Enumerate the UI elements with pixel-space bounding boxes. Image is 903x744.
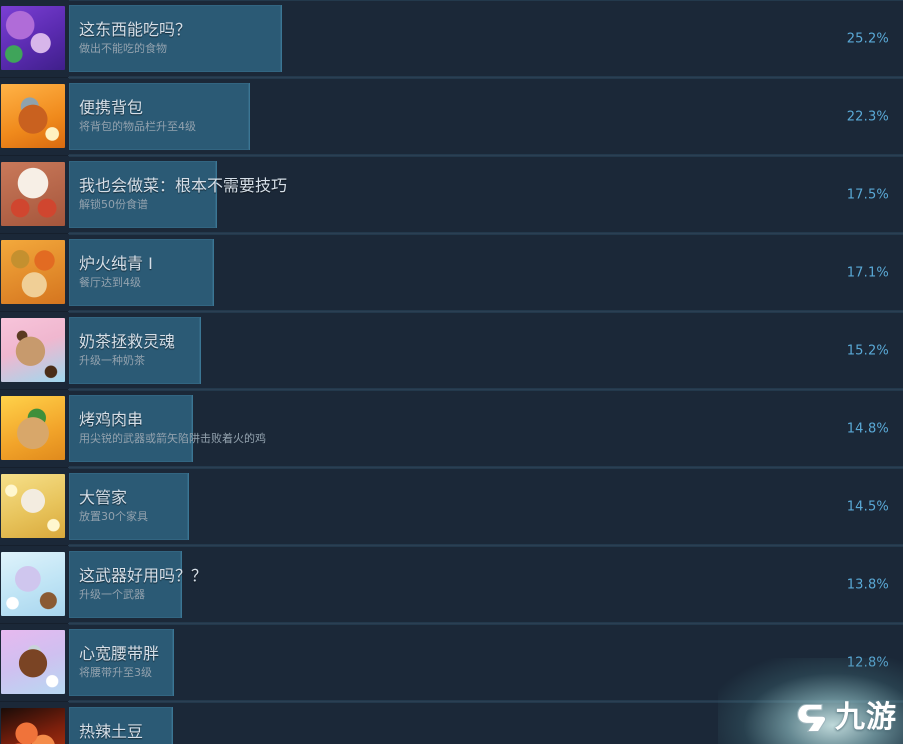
spatula-weapon-icon: [1, 552, 65, 616]
achievement-row-7[interactable]: 大管家 放置30个家具 14.5%: [0, 468, 903, 546]
achievement-body: 大管家 放置30个家具 14.5%: [69, 468, 903, 545]
achievement-body: 我也会做菜：根本不需要技巧 解锁50份食谱 17.5%: [69, 156, 903, 233]
achievement-description: 将背包的物品栏升至4级: [79, 119, 196, 133]
achievement-title: 这东西能吃吗？: [79, 19, 192, 39]
achievement-row-5[interactable]: 奶茶拯救灵魂 升级一种奶茶 15.2%: [0, 312, 903, 390]
rotten-food-monster-icon: [1, 6, 65, 70]
achievements-page: 这东西能吃吗？ 做出不能吃的食物 25.2% 便携背包 将背包的物品栏升至4级 …: [0, 0, 903, 744]
achievement-description: 做出不能吃的食物: [79, 41, 167, 55]
achievement-percent: 14.8%: [846, 421, 889, 436]
achievement-percent: 13.8%: [846, 577, 889, 592]
achievement-text-block: 我也会做菜：根本不需要技巧 解锁50份食谱: [79, 157, 793, 232]
achievement-text-block: 大管家 放置30个家具: [79, 469, 793, 544]
achievement-description: 解锁50份食谱: [79, 197, 148, 211]
achievement-body: 烤鸡肉串 用尖锐的武器或箭矢陷阱击败着火的鸡 14.8%: [69, 390, 903, 467]
feast-table-icon: [1, 240, 65, 304]
achievement-text-block: 奶茶拯救灵魂 升级一种奶茶: [79, 313, 793, 388]
achievement-text-block: 炉火纯青 Ⅰ 餐厅达到4级: [79, 235, 793, 310]
achievement-body: 奶茶拯救灵魂 升级一种奶茶 15.2%: [69, 312, 903, 389]
chicken-wrap-icon: [1, 396, 65, 460]
achievement-body: 热辣土豆 在熔岩洞穴使用岩浆击败屁豆: [69, 702, 903, 744]
achievement-text-block: 便携背包 将背包的物品栏升至4级: [79, 79, 793, 154]
achievement-title: 大管家: [79, 487, 128, 507]
achievement-percent: 25.2%: [846, 31, 889, 46]
achievement-body: 便携背包 将背包的物品栏升至4级 22.3%: [69, 78, 903, 155]
achievement-percent: 17.1%: [846, 265, 889, 280]
achievement-description: 升级一种奶茶: [79, 353, 145, 367]
achievement-row-3[interactable]: 我也会做菜：根本不需要技巧 解锁50份食谱 17.5%: [0, 156, 903, 234]
achievement-description: 将腰带升至3级: [79, 665, 152, 679]
armchair-furniture-icon: [1, 474, 65, 538]
achievement-percent: 15.2%: [846, 343, 889, 358]
bubble-tea-icon: [1, 318, 65, 382]
achievement-title: 热辣土豆: [79, 721, 144, 741]
achievement-list: 这东西能吃吗？ 做出不能吃的食物 25.2% 便携背包 将背包的物品栏升至4级 …: [0, 0, 903, 744]
achievement-percent: 14.5%: [846, 499, 889, 514]
achievement-text-block: 这武器好用吗？？ 升级一个武器: [79, 547, 793, 622]
achievement-row-2[interactable]: 便携背包 将背包的物品栏升至4级 22.3%: [0, 78, 903, 156]
achievement-body: 心宽腰带胖 将腰带升至3级 12.8%: [69, 624, 903, 701]
achievement-description: 用尖锐的武器或箭矢陷阱击败着火的鸡: [79, 431, 266, 445]
achievement-row-10[interactable]: 热辣土豆 在熔岩洞穴使用岩浆击败屁豆: [0, 702, 903, 744]
achievement-row-9[interactable]: 心宽腰带胖 将腰带升至3级 12.8%: [0, 624, 903, 702]
achievement-title: 炉火纯青 Ⅰ: [79, 253, 153, 273]
hot-potato-icon: [1, 708, 65, 744]
achievement-row-4[interactable]: 炉火纯青 Ⅰ 餐厅达到4级 17.1%: [0, 234, 903, 312]
achievement-percent: 22.3%: [846, 109, 889, 124]
achievement-text-block: 烤鸡肉串 用尖锐的武器或箭矢陷阱击败着火的鸡: [79, 391, 793, 466]
achievement-text-block: 心宽腰带胖 将腰带升至3级: [79, 625, 793, 700]
achievement-percent: 17.5%: [846, 187, 889, 202]
chef-hat-knife-icon: [1, 162, 65, 226]
achievement-title: 心宽腰带胖: [79, 643, 160, 663]
achievement-description: 升级一个武器: [79, 587, 145, 601]
achievement-description: 放置30个家具: [79, 509, 148, 523]
achievement-title: 便携背包: [79, 97, 144, 117]
achievement-title: 烤鸡肉串: [79, 409, 144, 429]
backpack-icon: [1, 84, 65, 148]
achievement-description: 餐厅达到4级: [79, 275, 141, 289]
achievement-body: 炉火纯青 Ⅰ 餐厅达到4级 17.1%: [69, 234, 903, 311]
achievement-text-block: 这东西能吃吗？ 做出不能吃的食物: [79, 1, 793, 76]
achievement-body: 这武器好用吗？？ 升级一个武器 13.8%: [69, 546, 903, 623]
achievement-text-block: 热辣土豆 在熔岩洞穴使用岩浆击败屁豆: [79, 703, 793, 744]
achievement-row-8[interactable]: 这武器好用吗？？ 升级一个武器 13.8%: [0, 546, 903, 624]
achievement-body: 这东西能吃吗？ 做出不能吃的食物 25.2%: [69, 0, 903, 77]
achievement-title: 这武器好用吗？？: [79, 565, 208, 585]
achievement-percent: 12.8%: [846, 655, 889, 670]
achievement-title: 奶茶拯救灵魂: [79, 331, 176, 351]
belt-icon: [1, 630, 65, 694]
achievement-row-6[interactable]: 烤鸡肉串 用尖锐的武器或箭矢陷阱击败着火的鸡 14.8%: [0, 390, 903, 468]
achievement-row-1[interactable]: 这东西能吃吗？ 做出不能吃的食物 25.2%: [0, 0, 903, 78]
achievement-title: 我也会做菜：根本不需要技巧: [79, 175, 288, 195]
